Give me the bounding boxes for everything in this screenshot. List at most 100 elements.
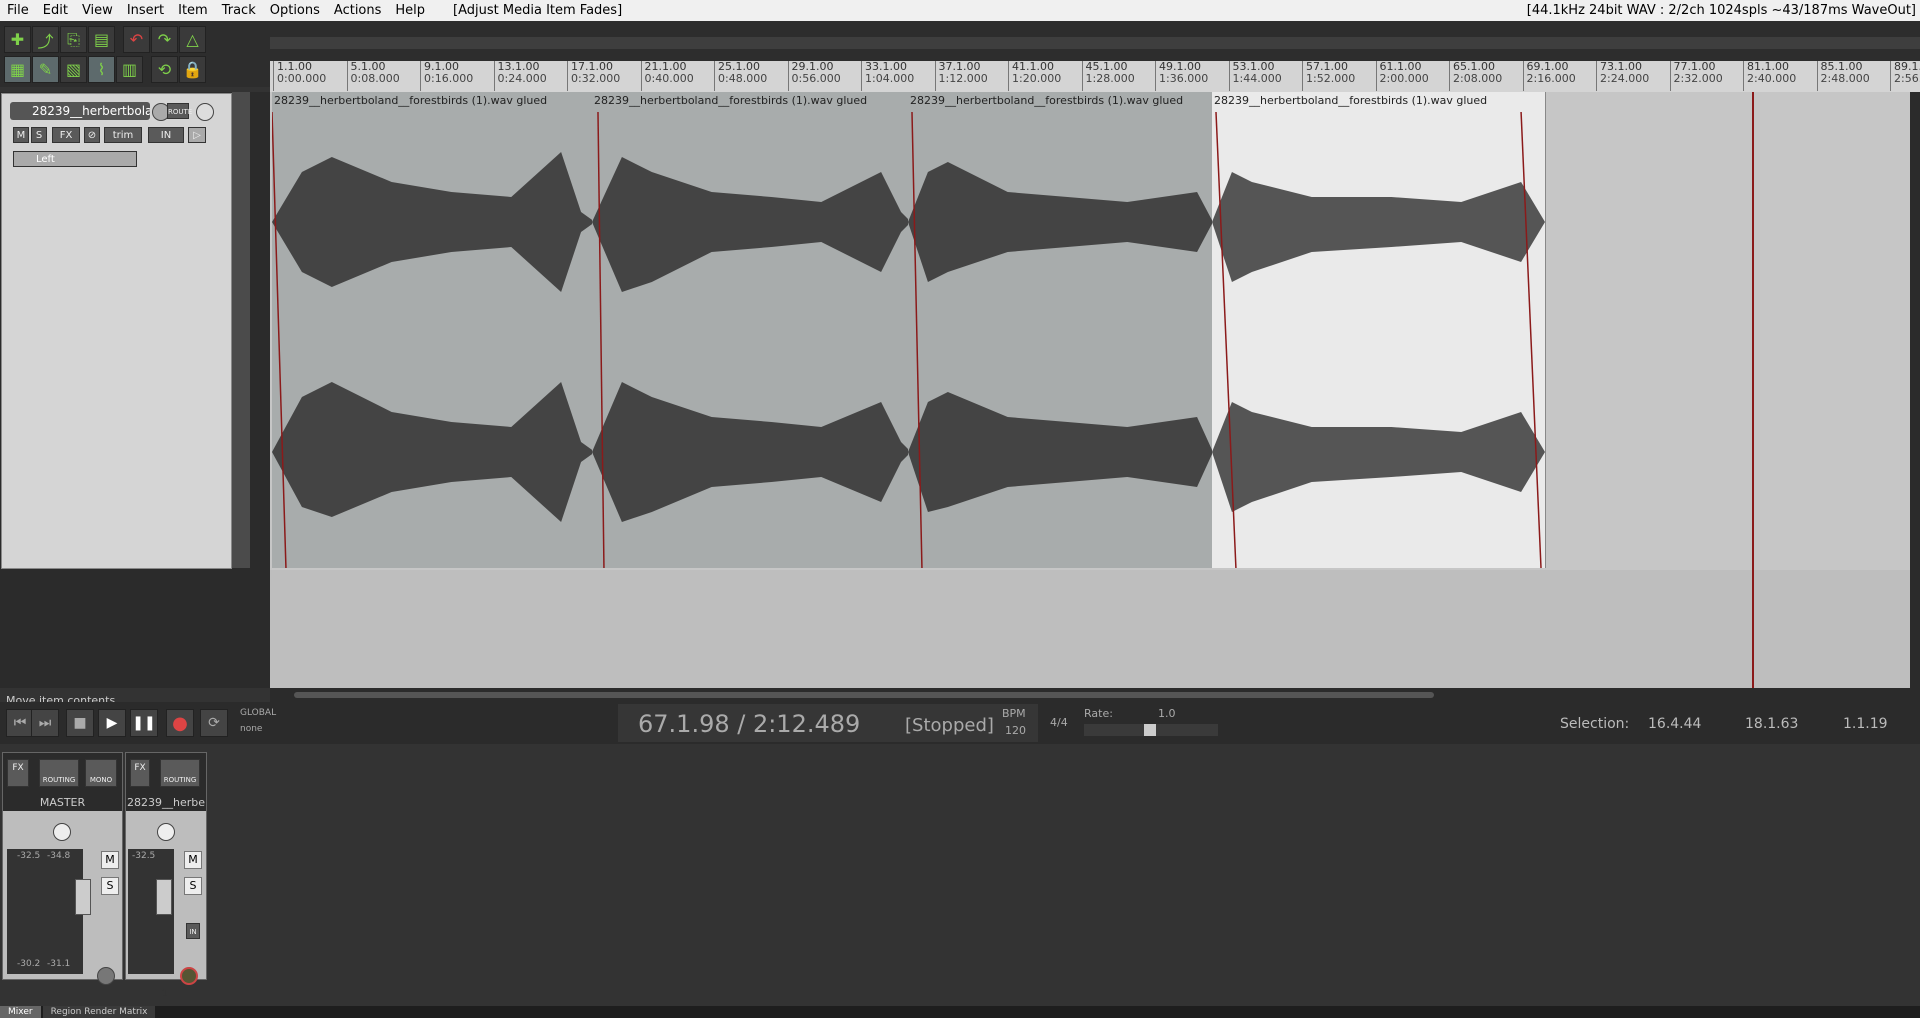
undo-icon[interactable]: ↶ bbox=[123, 26, 150, 53]
menu-track[interactable]: Track bbox=[215, 0, 263, 21]
ruler-tick: 69.1.00 2:16.000 bbox=[1522, 61, 1576, 91]
phase-icon[interactable]: ⊘ bbox=[84, 127, 100, 143]
track-mute-button[interactable]: M bbox=[184, 851, 202, 869]
vertical-scrollbar[interactable] bbox=[1910, 92, 1920, 688]
track-strip-name: 28239__herbe bbox=[126, 795, 206, 811]
track-fader[interactable] bbox=[156, 879, 172, 915]
menu-insert[interactable]: Insert bbox=[120, 0, 171, 21]
snap-icon[interactable]: ▥ bbox=[116, 56, 143, 83]
item-grouping-icon[interactable]: ▧ bbox=[60, 56, 87, 83]
timeline-ruler[interactable]: 1.1.00 0:00.000 5.1.00 0:08.000 9.1.00 0:16.0… bbox=[270, 61, 1920, 92]
master-mono-button[interactable]: MONO bbox=[85, 759, 117, 787]
rate-slider[interactable] bbox=[1084, 724, 1218, 736]
pan-knob[interactable] bbox=[196, 103, 214, 121]
tab-region-render-matrix[interactable]: Region Render Matrix bbox=[42, 1006, 156, 1018]
media-item[interactable]: 28239__herbertboland__forestbirds (1).wa… bbox=[592, 92, 912, 568]
play-icon[interactable]: ▶ bbox=[98, 709, 126, 737]
media-item[interactable]: 28239__herbertboland__forestbirds (1).wa… bbox=[908, 92, 1214, 568]
arrange-view[interactable]: 28239__herbertboland__forestbirds (1).wa… bbox=[270, 92, 1910, 688]
track-panel[interactable]: 28239__herbertbola ROUTE M S FX ⊘ trim I… bbox=[1, 93, 244, 569]
audio-status[interactable]: [44.1kHz 24bit WAV : 2/2ch 1024spls ~43/… bbox=[1527, 0, 1916, 21]
trim-button[interactable]: trim bbox=[104, 127, 142, 143]
ruler-tick: 73.1.00 2:24.000 bbox=[1596, 61, 1649, 91]
track-fx-button[interactable]: FX bbox=[130, 759, 150, 787]
selection-length[interactable]: 1.1.19 bbox=[1843, 716, 1888, 732]
track-solo-button[interactable]: S bbox=[184, 877, 202, 895]
stop-icon[interactable]: ■ bbox=[66, 709, 94, 737]
open-project-icon[interactable]: ⤴ bbox=[32, 26, 59, 53]
bpm-label: BPM bbox=[1002, 707, 1026, 720]
fx-button[interactable]: FX bbox=[52, 127, 80, 143]
monitor-icon[interactable]: ▷ bbox=[188, 127, 206, 143]
rate-slider-thumb[interactable] bbox=[1144, 724, 1156, 736]
ripple-edit-icon[interactable]: ✎ bbox=[32, 56, 59, 83]
master-mute-button[interactable]: M bbox=[101, 851, 119, 869]
time-signature[interactable]: 4/4 bbox=[1050, 716, 1068, 729]
ruler-tick: 81.1.00 2:40.000 bbox=[1743, 61, 1796, 91]
route-button[interactable]: ROUTE bbox=[167, 103, 192, 119]
master-strip: FX ROUTING MONO MASTER -32.5 -34.8 -30.2… bbox=[2, 752, 123, 985]
main-toolbar: ✚ ⤴ ⎘ ▤ ↶ ↷ △ ▦ ✎ ▧ ⌇ ▥ ⟲ 🔒 bbox=[0, 21, 270, 87]
project-settings-icon[interactable]: ▤ bbox=[88, 26, 115, 53]
master-routing-button[interactable]: ROUTING bbox=[39, 759, 79, 787]
menu-file[interactable]: File bbox=[0, 0, 36, 21]
record-icon[interactable]: ● bbox=[166, 709, 194, 737]
menu-help[interactable]: Help bbox=[388, 0, 432, 21]
waveform bbox=[592, 112, 911, 568]
ruler-tick: 5.1.00 0:08.000 bbox=[346, 61, 400, 91]
mute-button[interactable]: M bbox=[13, 127, 29, 143]
master-fx-button[interactable]: FX bbox=[7, 759, 29, 787]
track-name[interactable]: 28239__herbertbola bbox=[10, 102, 150, 120]
edit-cursor bbox=[1752, 92, 1754, 688]
pause-icon[interactable]: ❚❚ bbox=[130, 709, 158, 737]
ruler-tick: 49.1.00 1:36.000 bbox=[1155, 61, 1208, 91]
track-lane[interactable]: 28239__herbertboland__forestbirds (1).wa… bbox=[270, 92, 1910, 570]
menu-options[interactable]: Options bbox=[263, 0, 327, 21]
horizontal-scrollbar[interactable] bbox=[270, 688, 1920, 702]
solo-button[interactable]: S bbox=[31, 127, 47, 143]
master-fader[interactable] bbox=[75, 879, 91, 915]
crossfade-icon[interactable]: ⟲ bbox=[151, 56, 178, 83]
master-solo-button[interactable]: S bbox=[101, 877, 119, 895]
track-pan-knob[interactable] bbox=[157, 823, 175, 841]
grid-icon[interactable]: ▦ bbox=[4, 56, 31, 83]
ruler-tick: 89.1.002:56.000 bbox=[1890, 61, 1920, 91]
track-divider[interactable] bbox=[232, 92, 250, 568]
automation-mode[interactable]: none bbox=[240, 724, 262, 734]
waveform bbox=[272, 112, 595, 568]
menu-edit[interactable]: Edit bbox=[36, 0, 75, 21]
go-to-start-icon[interactable]: ⏮ bbox=[6, 709, 34, 737]
global-label[interactable]: GLOBAL bbox=[240, 708, 276, 718]
master-settings-icon[interactable] bbox=[97, 967, 115, 985]
menu-item[interactable]: Item bbox=[171, 0, 215, 21]
selection-end[interactable]: 18.1.63 bbox=[1745, 716, 1798, 732]
bpm-value[interactable]: 120 bbox=[1005, 724, 1026, 737]
channel-select[interactable]: Left bbox=[13, 151, 137, 167]
redo-icon[interactable]: ↷ bbox=[151, 26, 178, 53]
media-item[interactable]: 28239__herbertboland__forestbirds (1).wa… bbox=[272, 92, 596, 568]
menu-view[interactable]: View bbox=[75, 0, 120, 21]
go-to-end-icon[interactable]: ⏭ bbox=[31, 709, 59, 737]
scroll-thumb[interactable] bbox=[294, 692, 1434, 698]
track-record-icon[interactable] bbox=[180, 967, 198, 985]
repeat-icon[interactable]: ⟳ bbox=[200, 709, 228, 737]
envelope-icon[interactable]: ⌇ bbox=[88, 56, 115, 83]
selection-start[interactable]: 16.4.44 bbox=[1648, 716, 1701, 732]
new-project-icon[interactable]: ✚ bbox=[4, 26, 31, 53]
top-strip bbox=[270, 21, 1920, 61]
media-item-selected[interactable]: 28239__herbertboland__forestbirds (1).wa… bbox=[1212, 92, 1546, 568]
master-meter: -32.5 -34.8 -30.2 -31.1 bbox=[7, 849, 83, 974]
tab-mixer[interactable]: Mixer bbox=[0, 1006, 41, 1018]
play-state: [Stopped] bbox=[905, 715, 994, 736]
save-project-icon[interactable]: ⎘ bbox=[60, 26, 87, 53]
transport-bar: ⏮ ⏭ ■ ▶ ❚❚ ● ⟳ GLOBAL none 67.1.98 / 2:1… bbox=[0, 702, 1920, 744]
time-readout: 67.1.98 / 2:12.489 bbox=[638, 710, 861, 738]
track-routing-button[interactable]: ROUTING bbox=[160, 759, 200, 787]
mixer-panel: FX ROUTING MONO MASTER -32.5 -34.8 -30.2… bbox=[0, 744, 1920, 1006]
master-pan-knob[interactable] bbox=[53, 823, 71, 841]
menu-actions[interactable]: Actions bbox=[327, 0, 389, 21]
lock-icon[interactable]: 🔒 bbox=[179, 56, 206, 83]
input-button[interactable]: IN bbox=[148, 127, 184, 143]
track-input-button[interactable]: IN bbox=[186, 923, 200, 939]
metronome-icon[interactable]: △ bbox=[179, 26, 206, 53]
